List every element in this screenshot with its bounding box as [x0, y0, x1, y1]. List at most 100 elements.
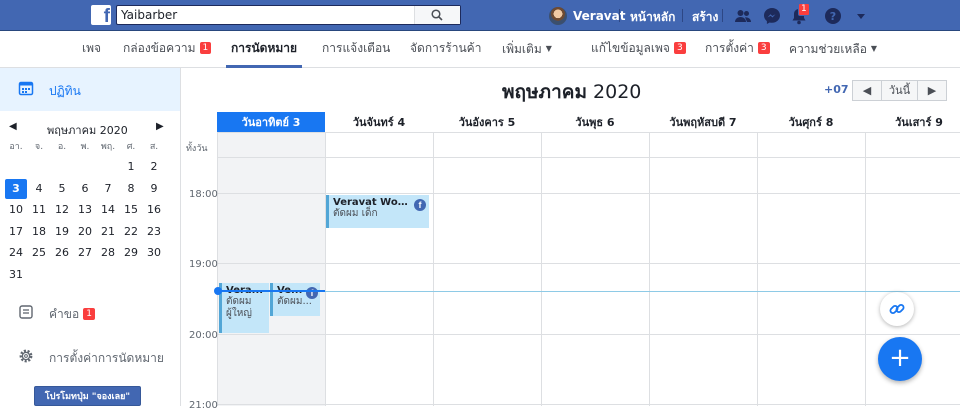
calendar-day[interactable]: 2: [143, 157, 165, 177]
calendar-day[interactable]: 8: [120, 179, 142, 199]
tab-more[interactable]: เพิ่มเติม ▼: [502, 31, 552, 68]
sidebar: ปฏิทิน ◀ พฤษภาคม 2020 ▶ อา. จ. อ. พ. พฤ. ศ. ส.…: [0, 68, 181, 406]
calendar-day[interactable]: 10: [5, 200, 27, 220]
weekday-label: อ.: [57, 142, 67, 152]
hour-label: 20:00: [189, 330, 218, 341]
weekday-label: พ.: [80, 142, 90, 152]
messenger-icon[interactable]: [762, 6, 782, 26]
sidebar-item-label: ปฏิทิน: [49, 84, 81, 98]
create-link[interactable]: สร้าง: [692, 8, 718, 27]
grid-line: [433, 133, 434, 406]
chevron-right-icon: ▶: [927, 84, 937, 97]
search-button[interactable]: [414, 6, 460, 24]
grid-line: [541, 133, 542, 406]
weekday-label: พฤ.: [100, 142, 116, 152]
sidebar-item-appointment-settings[interactable]: การตั้งค่าการนัดหมาย: [0, 342, 180, 372]
calendar-day[interactable]: 28: [97, 243, 119, 263]
calendar-day[interactable]: 24: [5, 243, 27, 263]
tab-appointments[interactable]: การนัดหมาย: [226, 31, 303, 68]
home-link[interactable]: หน้าหลัก: [630, 8, 675, 27]
calendar-day[interactable]: 27: [74, 243, 96, 263]
calendar-day[interactable]: 16: [143, 200, 165, 220]
day-header[interactable]: วันพุธ 6: [541, 112, 649, 133]
profile-link[interactable]: Veravat: [549, 6, 625, 26]
calendar-day[interactable]: 17: [5, 222, 27, 242]
plus-icon: +: [889, 343, 911, 373]
day-header[interactable]: วันศุกร์ 8: [757, 112, 865, 133]
add-appointment-button[interactable]: +: [878, 337, 922, 381]
calendar-day[interactable]: 3: [5, 178, 27, 199]
promote-book-now-button[interactable]: โปรโมทปุ่ม "จองเลย": [34, 386, 141, 406]
search-icon: [431, 9, 443, 21]
divider: [682, 9, 683, 22]
notifications-badge: 1: [798, 3, 810, 16]
calendar-day[interactable]: 30: [143, 243, 165, 263]
tab-help[interactable]: ความช่วยเหลือ ▼: [789, 31, 877, 68]
friends-icon[interactable]: [733, 6, 753, 26]
tab-edit-page-info[interactable]: แก้ไขข้อมูลเพจ 3: [591, 31, 686, 68]
appointment-event[interactable]: Ve... ตัดผม... f: [270, 283, 320, 316]
inbox-badge: 1: [199, 42, 212, 54]
prev-month-icon[interactable]: ◀: [9, 121, 17, 132]
chevron-down-icon: ▼: [870, 44, 878, 53]
calendar-day[interactable]: 18: [28, 222, 50, 242]
calendar-day[interactable]: 26: [51, 243, 73, 263]
help-icon[interactable]: ?: [823, 6, 843, 26]
prev-week-button[interactable]: ◀: [852, 80, 882, 101]
grid-line: [217, 404, 960, 405]
day-header[interactable]: วันพฤหัสบดี 7: [649, 112, 757, 133]
calendar-day[interactable]: 21: [97, 222, 119, 242]
today-button[interactable]: วันนี้: [882, 80, 918, 101]
timezone-label[interactable]: +07: [824, 83, 849, 96]
requests-badge: 1: [83, 308, 95, 320]
settings-badge: 3: [757, 42, 770, 54]
weekday-label: ศ.: [126, 142, 136, 152]
calendar-day[interactable]: 29: [120, 243, 142, 263]
tab-shop[interactable]: จัดการร้านค้า: [410, 31, 481, 68]
calendar-day[interactable]: 7: [97, 179, 119, 199]
edit-info-badge: 3: [673, 42, 686, 54]
facebook-logo-icon[interactable]: f: [91, 5, 111, 25]
calendar-day[interactable]: 11: [28, 200, 50, 220]
chevron-down-icon[interactable]: [851, 6, 871, 26]
calendar-day[interactable]: 5: [51, 179, 73, 199]
day-header[interactable]: วันอาทิตย์ 3: [217, 112, 325, 133]
search-input[interactable]: [117, 6, 427, 24]
top-bar: f Veravat หน้าหลัก สร้าง 1 ?: [0, 0, 960, 31]
event-customer: Veravat Won...: [333, 197, 413, 208]
calendar-day[interactable]: 6: [74, 179, 96, 199]
calendar-day[interactable]: 14: [97, 200, 119, 220]
copy-link-button[interactable]: [880, 292, 914, 326]
calendar-day[interactable]: 1: [120, 157, 142, 177]
sidebar-item-calendar[interactable]: ปฏิทิน: [0, 68, 180, 111]
grid-line: [217, 157, 960, 158]
next-week-button[interactable]: ▶: [918, 80, 947, 101]
calendar-day[interactable]: 31: [5, 265, 27, 285]
calendar-day[interactable]: 22: [120, 222, 142, 242]
calendar-day[interactable]: 20: [74, 222, 96, 242]
mini-calendar-month: พฤษภาคม 2020: [47, 124, 128, 137]
calendar-day[interactable]: 23: [143, 222, 165, 242]
link-icon: [889, 304, 905, 314]
tab-inbox[interactable]: กล่องข้อความ 1: [123, 31, 212, 68]
day-header[interactable]: วันอังคาร 5: [433, 112, 541, 133]
calendar-day[interactable]: 4: [28, 179, 50, 199]
calendar-day[interactable]: 19: [51, 222, 73, 242]
day-header[interactable]: วันจันทร์ 4: [325, 112, 433, 133]
current-time-line: [217, 291, 960, 292]
calendar-day[interactable]: 9: [143, 179, 165, 199]
sidebar-item-requests[interactable]: คำขอ 1: [0, 298, 180, 328]
calendar-day[interactable]: 13: [74, 200, 96, 220]
grid-line: [649, 133, 650, 406]
tab-page[interactable]: เพจ: [82, 31, 101, 68]
appointment-event[interactable]: Veravat Won... ตัดผม เด็ก f: [326, 195, 429, 228]
calendar-day[interactable]: 25: [28, 243, 50, 263]
weekday-label: อา.: [9, 142, 23, 152]
next-month-icon[interactable]: ▶: [156, 121, 164, 132]
calendar-day[interactable]: 12: [51, 200, 73, 220]
facebook-icon: f: [306, 287, 318, 299]
tab-settings[interactable]: การตั้งค่า 3: [705, 31, 770, 68]
tab-notifications[interactable]: การแจ้งเตือน: [322, 31, 390, 68]
calendar-day[interactable]: 15: [120, 200, 142, 220]
day-header[interactable]: วันเสาร์ 9: [865, 112, 960, 133]
